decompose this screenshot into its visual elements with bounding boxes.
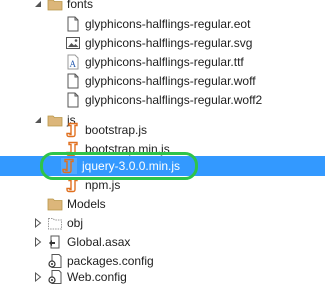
tree-item-label: jquery-3.0.0.min.js (82, 159, 181, 173)
tree-item-global-asax[interactable]: Global.asax (0, 232, 325, 252)
tree-item-label: fonts (67, 0, 94, 11)
folder-open-icon (47, 0, 63, 12)
js-file-icon (65, 122, 81, 138)
tree-item-ttf-file[interactable]: A glyphicons-halflings-regular.ttf (0, 52, 325, 72)
tree-item-bootstrap-js[interactable]: bootstrap.js (0, 120, 325, 140)
config-file-icon (47, 269, 63, 285)
tree-item-label: glyphicons-halflings-regular.eot (85, 17, 251, 31)
tree-item-obj-folder[interactable]: obj (0, 213, 325, 233)
solution-explorer-tree: fonts glyphicons-halflings-regular.eot g… (0, 0, 325, 287)
asax-file-icon (47, 234, 63, 250)
tree-item-woff2-file[interactable]: glyphicons-halflings-regular.woff2 (0, 90, 325, 110)
tree-item-label: glyphicons-halflings-regular.ttf (85, 55, 244, 69)
image-file-icon (65, 35, 81, 51)
file-icon (65, 73, 81, 89)
tree-item-jquery-min-js[interactable]: jquery-3.0.0.min.js (0, 156, 325, 176)
tree-item-label: Global.asax (67, 235, 131, 249)
tree-item-label: glyphicons-halflings-regular.woff2 (85, 93, 263, 107)
tree-item-svg-file[interactable]: glyphicons-halflings-regular.svg (0, 33, 325, 53)
tree-item-fonts-folder[interactable]: fonts (0, 0, 325, 14)
tree-item-label: Web.config (67, 270, 127, 284)
tree-item-models-folder[interactable]: Models (0, 194, 325, 214)
js-file-icon (65, 177, 81, 193)
collapse-arrow-icon[interactable] (32, 0, 44, 14)
tree-item-label: glyphicons-halflings-regular.woff (85, 74, 256, 88)
font-file-icon: A (65, 54, 81, 70)
tree-item-label: npm.js (85, 178, 121, 192)
tree-item-npm-js[interactable]: npm.js (0, 175, 325, 195)
tree-item-woff-file[interactable]: glyphicons-halflings-regular.woff (0, 71, 325, 91)
expand-arrow-icon[interactable] (32, 267, 44, 287)
expand-arrow-icon[interactable] (32, 232, 44, 252)
tree-item-label: obj (67, 216, 84, 230)
folder-icon (47, 196, 63, 212)
tree-item-label: bootstrap.js (85, 123, 148, 137)
folder-outline-icon (47, 215, 63, 231)
tree-item-label: glyphicons-halflings-regular.svg (85, 36, 253, 50)
file-icon (65, 92, 81, 108)
tree-item-eot-file[interactable]: glyphicons-halflings-regular.eot (0, 14, 325, 34)
js-file-icon (61, 158, 77, 174)
tree-item-web-config[interactable]: Web.config (0, 267, 325, 287)
file-icon (65, 16, 81, 32)
tree-item-label: Models (67, 197, 106, 211)
svg-text:A: A (70, 59, 77, 69)
js-file-icon (65, 141, 81, 157)
expand-arrow-icon[interactable] (32, 213, 44, 233)
